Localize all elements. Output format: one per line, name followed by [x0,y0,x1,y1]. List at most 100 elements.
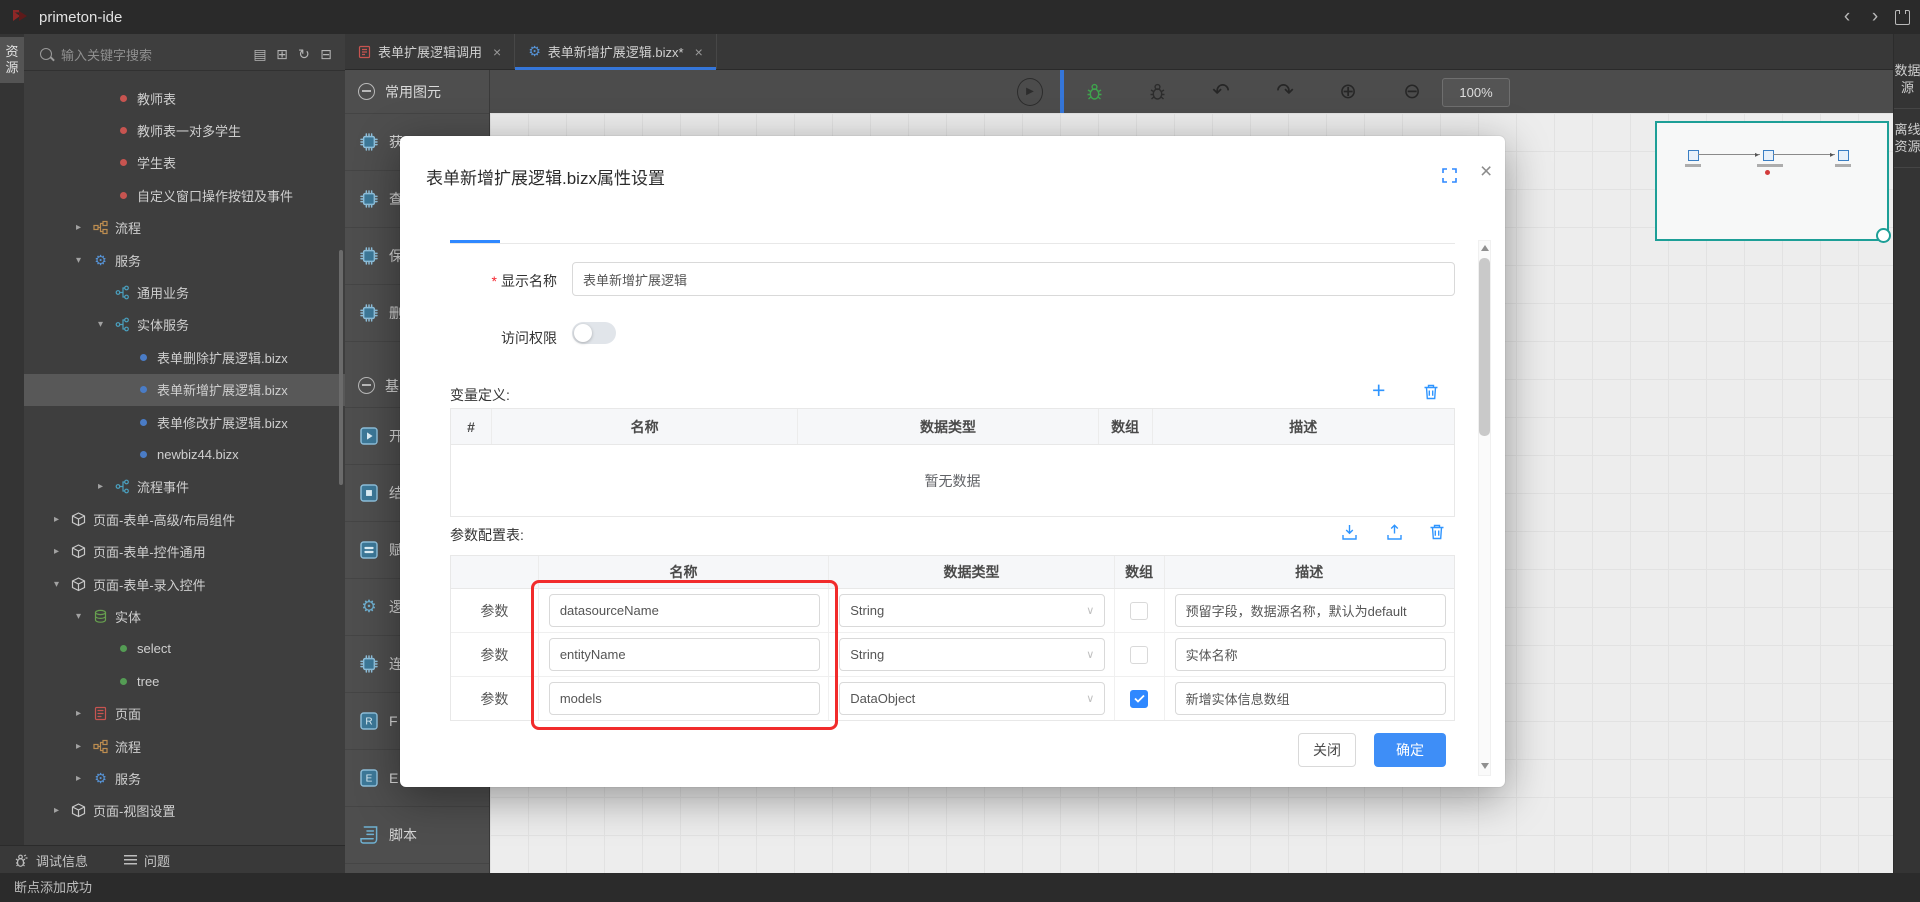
chevron-right-icon[interactable]: ▸ [98,481,115,492]
tree-item[interactable]: tree [24,665,345,697]
display-name-input[interactable] [572,262,1455,296]
zoom-level-value[interactable]: 100% [1442,78,1510,107]
save-icon[interactable] [1895,10,1910,25]
access-permission-toggle[interactable] [572,322,616,344]
scroll-down-icon[interactable] [1481,763,1489,769]
add-variable-icon[interactable]: + [1372,380,1385,400]
chevron-down-icon[interactable]: ▾ [76,611,93,622]
redo-icon[interactable]: ↷ [1271,70,1299,113]
tree-item[interactable]: 教师表 [24,82,345,114]
nav-forward-icon[interactable]: › [1861,0,1889,34]
refresh-icon[interactable]: ↻ [293,46,315,63]
param-type-select[interactable]: String∨ [839,594,1105,627]
tree-item[interactable]: 表单新增扩展逻辑.bizx [24,374,345,406]
sidebar-scrollbar[interactable] [339,250,343,485]
debug-info-button[interactable]: 调试信息 [36,851,88,870]
param-name-input[interactable] [549,594,820,627]
param-type-select[interactable]: DataObject∨ [839,682,1105,715]
param-name-cell [538,633,828,676]
param-name-input[interactable] [549,682,820,715]
tree-item[interactable]: ▾实体服务 [24,309,345,341]
param-desc-input[interactable] [1175,594,1446,627]
collapse-section-icon[interactable] [358,83,375,100]
tree-item[interactable]: 表单删除扩展逻辑.bizx [24,341,345,373]
search-input[interactable]: 输入关键字搜索 [61,45,249,64]
tree-item[interactable]: ▾实体 [24,600,345,632]
tree-item[interactable]: ▸⚙服务 [24,762,345,794]
tree-item[interactable]: 自定义窗口操作按钮及事件 [24,179,345,211]
chevron-right-icon[interactable]: ▸ [76,708,93,719]
tree-item[interactable]: ▾⚙服务 [24,244,345,276]
param-type-select[interactable]: String∨ [839,638,1105,671]
tab-form-add-ext-logic[interactable]: ⚙ 表单新增扩展逻辑.bizx* × [515,34,717,69]
chevron-down-icon[interactable]: ▾ [98,319,115,330]
zoom-in-icon[interactable]: ⊕ [1334,70,1362,113]
tree-item[interactable]: ▸流程 [24,212,345,244]
tree-item[interactable]: select [24,633,345,665]
zoom-out-icon[interactable]: ⊖ [1398,70,1426,113]
tree-item[interactable]: ▸流程 [24,730,345,762]
chevron-down-icon[interactable]: ▾ [76,255,93,266]
run-debug-button[interactable]: ▶ [1017,70,1043,113]
fullscreen-icon[interactable] [1442,168,1457,183]
tree-item[interactable]: 教师表一对多学生 [24,114,345,146]
tree-item[interactable]: newbiz44.bizx [24,438,345,470]
chevron-right-icon[interactable]: ▸ [54,514,71,525]
chevron-right-icon[interactable]: ▸ [76,222,93,233]
nav-back-icon[interactable]: ‹ [1833,0,1861,34]
problems-button[interactable]: 问题 [144,851,170,870]
confirm-button[interactable]: 确定 [1374,733,1446,767]
param-desc-input[interactable] [1175,638,1446,671]
tree-item-label: 流程事件 [137,477,189,496]
param-desc-input[interactable] [1175,682,1446,715]
scroll-up-icon[interactable] [1481,245,1489,251]
chevron-right-icon[interactable]: ▸ [76,773,93,784]
param-desc-cell [1164,677,1454,720]
tree-item[interactable]: ▸页面-视图设置 [24,795,345,827]
chevron-down-icon[interactable]: ▾ [54,579,71,590]
collapse-all-icon[interactable]: ⊟ [315,46,337,63]
chevron-right-icon[interactable]: ▸ [54,805,71,816]
resources-panel-tab[interactable]: 资源 [0,37,24,83]
palette-item[interactable]: 脚本 [345,807,489,864]
dialog-scrollbar-thumb[interactable] [1479,258,1490,436]
delete-variable-icon[interactable] [1422,383,1440,401]
close-button[interactable]: 关闭 [1298,733,1356,767]
array-checkbox[interactable] [1130,646,1148,664]
import-params-icon[interactable] [1340,523,1359,542]
tree-item[interactable]: ▸页面 [24,697,345,729]
close-tab-icon[interactable]: × [695,44,703,60]
minimap-node-label [1835,164,1851,167]
debug-bug-active-icon[interactable] [1082,70,1106,113]
array-checkbox[interactable] [1130,602,1148,620]
chevron-right-icon[interactable]: ▸ [54,546,71,557]
new-folder-icon[interactable]: ⊞ [271,46,293,63]
tree-item-label: 教师表 [137,89,176,108]
tree-item[interactable]: ▸页面-表单-控件通用 [24,535,345,567]
array-checkbox[interactable] [1130,690,1148,708]
chevron-right-icon[interactable]: ▸ [76,741,93,752]
tree-item[interactable]: ▾页面-表单-录入控件 [24,568,345,600]
tree-item[interactable]: 学生表 [24,147,345,179]
locate-file-icon[interactable]: ▤ [249,46,271,63]
collapse-section-icon[interactable] [358,377,375,394]
tree-item[interactable]: ▸页面-表单-高级/布局组件 [24,503,345,535]
offline-resource-panel-tab[interactable]: 离线资源 [1894,109,1920,168]
debug-bug-icon[interactable] [1145,70,1169,113]
minimap-resize-handle[interactable] [1876,228,1891,243]
assign-icon [359,540,379,560]
export-params-icon[interactable] [1385,523,1404,542]
tree-item[interactable]: 通用业务 [24,276,345,308]
datasource-panel-tab[interactable]: 数据源 [1894,50,1920,109]
param-name-input[interactable] [549,638,820,671]
palette-section-header[interactable]: 常用图元 [345,70,489,114]
close-tab-icon[interactable]: × [493,44,501,60]
status-message: 断点添加成功 [14,880,92,895]
tree-item[interactable]: 表单修改扩展逻辑.bizx [24,406,345,438]
close-icon[interactable]: × [1480,160,1492,184]
net-icon [115,317,130,332]
undo-icon[interactable]: ↶ [1207,70,1235,113]
delete-params-icon[interactable] [1428,523,1446,541]
tab-form-ext-logic-call[interactable]: 表单扩展逻辑调用 × [345,34,515,69]
tree-item[interactable]: ▸ 流程事件 [24,471,345,503]
